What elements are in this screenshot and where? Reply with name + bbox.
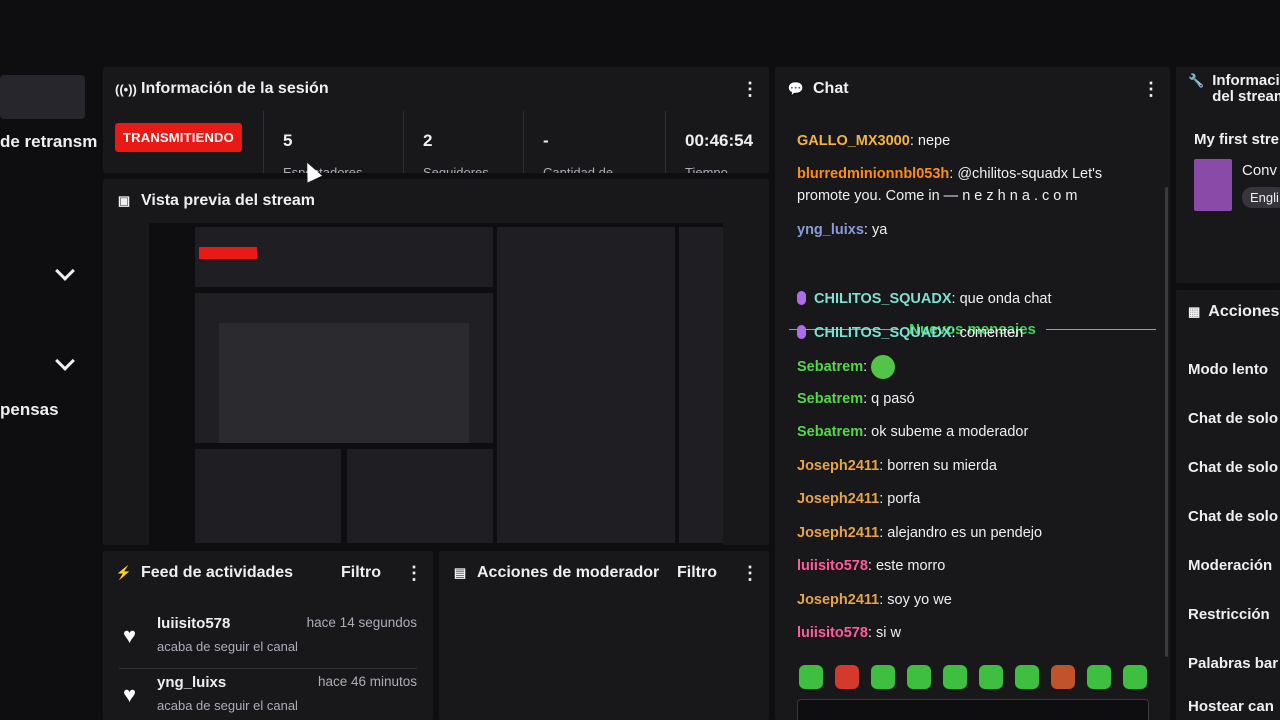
emote-icon[interactable] xyxy=(871,665,895,689)
chat-message: GALLO_MX3000: nepe xyxy=(797,133,951,149)
emote-icon[interactable] xyxy=(835,665,859,689)
activity-feed-panel: ⚡ Feed de actividades Filtro ⋮ ♥ luiisit… xyxy=(103,551,433,720)
chat-message: CHILITOS_SQUADX: que onda chat xyxy=(797,288,1156,310)
nav-item-retransmision[interactable]: de retransm xyxy=(0,132,97,152)
emote-icon[interactable] xyxy=(979,665,1003,689)
mod-actions-panel: ▤ Acciones de moderador Filtro ⋮ xyxy=(439,551,769,720)
preview-icon: ▣ xyxy=(117,193,131,208)
stream-title: My first stre xyxy=(1194,131,1280,148)
chat-message: Joseph2411: soy yo we xyxy=(797,592,952,608)
action-followers-only[interactable]: Chat de solo xyxy=(1188,410,1278,427)
emote-icon[interactable] xyxy=(799,665,823,689)
emote-icon[interactable] xyxy=(1015,665,1039,689)
action-emotes-only[interactable]: Chat de solo xyxy=(1188,508,1278,525)
heart-icon: ♥ xyxy=(123,623,137,648)
mod-filter-button[interactable]: Filtro xyxy=(677,564,717,582)
chevron-down-icon[interactable] xyxy=(55,261,75,281)
wrench-icon: 🔧 xyxy=(1188,73,1205,88)
chat-message: Sebatrem: xyxy=(797,355,1156,379)
category-name: Conv xyxy=(1242,162,1278,179)
broadcast-icon: ((•)) xyxy=(115,81,137,97)
list-item: ♥ yng_luixs hace 46 minutos acaba de seg… xyxy=(123,674,417,713)
emote-picker-row xyxy=(799,665,1147,689)
session-stats: TRANSMITIENDO 5 Espectadores 2 Seguidore… xyxy=(103,111,769,173)
chat-message: Joseph2411: alejandro es un pendejo xyxy=(797,525,1043,541)
category-thumbnail xyxy=(1194,159,1232,211)
chat-scrollbar[interactable] xyxy=(1165,187,1168,657)
action-subs-only[interactable]: Chat de solo xyxy=(1188,459,1278,476)
stat-time: 00:46:54 Tiempo xyxy=(685,131,754,173)
action-banned-words[interactable]: Palabras bar xyxy=(1188,655,1278,672)
language-tag: Engli xyxy=(1242,187,1280,208)
chat-message: luiisito578: si w xyxy=(797,625,901,641)
stream-preview-video[interactable] xyxy=(149,223,723,545)
document-icon: ▤ xyxy=(453,565,467,580)
stream-info-panel: 🔧 Información del stream My first stre C… xyxy=(1176,67,1280,283)
chat-message: Sebatrem: ok subeme a moderador xyxy=(797,424,1029,440)
stat-followers: 2 Seguidores xyxy=(423,131,489,173)
mic-icon xyxy=(797,325,806,339)
chat-bubble-icon: 💬 xyxy=(787,81,805,96)
session-info-panel: ((•)) Información de la sesión ⋮ TRANSMI… xyxy=(103,67,769,173)
nav-highlight[interactable] xyxy=(0,75,85,119)
emote-icon[interactable] xyxy=(943,665,967,689)
emote-icon[interactable] xyxy=(1123,665,1147,689)
chat-message: yng_luixs: ya xyxy=(797,222,888,238)
chat-message: Joseph2411: porfa xyxy=(797,491,921,507)
emote-icon xyxy=(871,355,896,379)
quick-actions-panel: ▦ Acciones Modo lento Chat de solo Chat … xyxy=(1176,290,1280,720)
chevron-down-icon[interactable] xyxy=(55,351,75,371)
chat-input[interactable] xyxy=(797,699,1149,720)
emote-icon[interactable] xyxy=(1051,665,1075,689)
status-badge: TRANSMITIENDO xyxy=(115,123,242,152)
stream-info-title: Información del stream xyxy=(1212,72,1280,105)
chat-message: luiisito578: este morro xyxy=(797,558,946,574)
feed-filter-button[interactable]: Filtro xyxy=(341,564,381,582)
mod-actions-title: Acciones de moderador xyxy=(477,564,660,581)
heart-icon: ♥ xyxy=(123,682,137,707)
stream-preview-panel: ▣ Vista previa del stream xyxy=(103,179,769,545)
action-moderation[interactable]: Moderación xyxy=(1188,557,1272,574)
more-options-icon[interactable]: ⋮ xyxy=(741,563,759,584)
chat-message: blurredminionnbl053h: @chilitos-squadx L… xyxy=(797,166,1103,204)
chat-title: Chat xyxy=(813,80,849,97)
chat-message: Joseph2411: borren su mierda xyxy=(797,458,997,474)
preview-title: Vista previa del stream xyxy=(141,192,316,209)
chat-panel: 💬 Chat ⋮ GALLO_MX3000: nepe blurredminio… xyxy=(775,67,1170,720)
more-options-icon[interactable]: ⋮ xyxy=(405,563,423,584)
stat-amount: - Cantidad de xyxy=(543,131,614,173)
chat-message: Sebatrem: q pasó xyxy=(797,391,915,407)
lightning-icon: ⚡ xyxy=(115,565,133,580)
emote-icon[interactable] xyxy=(1087,665,1111,689)
quick-actions-title: Acciones xyxy=(1208,303,1280,320)
session-title: Información de la sesión xyxy=(141,80,329,97)
action-host-channel[interactable]: Hostear can xyxy=(1188,698,1274,715)
more-options-icon[interactable]: ⋮ xyxy=(1142,79,1160,100)
more-options-icon[interactable]: ⋮ xyxy=(741,79,759,100)
actions-icon: ▦ xyxy=(1188,304,1201,319)
action-restriction[interactable]: Restricción xyxy=(1188,606,1270,623)
emote-icon[interactable] xyxy=(907,665,931,689)
list-item: ♥ luiisito578 hace 14 segundos acaba de … xyxy=(119,611,417,669)
nav-item-recompensas[interactable]: pensas xyxy=(0,400,59,420)
stat-viewers: 5 Espectadores xyxy=(283,131,363,173)
chat-message: CHILITOS_SQUADX: comenten xyxy=(797,322,1156,344)
mic-icon xyxy=(797,291,806,305)
feed-title: Feed de actividades xyxy=(141,564,294,581)
action-slow-mode[interactable]: Modo lento xyxy=(1188,361,1268,378)
